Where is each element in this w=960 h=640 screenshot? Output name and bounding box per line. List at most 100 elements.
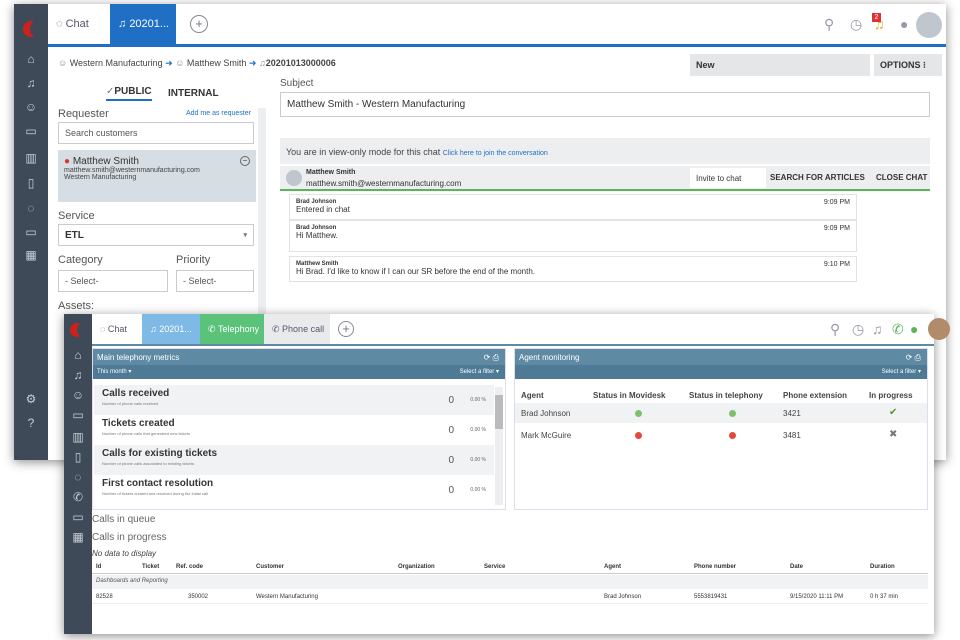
- phone-icon[interactable]: ✆: [892, 321, 904, 338]
- arrow-right-icon: ➜: [248, 58, 259, 68]
- column-header: Date: [790, 564, 804, 570]
- messages-icon[interactable]: ●: [910, 321, 918, 337]
- home-icon[interactable]: ⌂: [14, 52, 48, 66]
- table-group-row: [92, 575, 928, 589]
- status-movidesk-dot: [635, 432, 642, 439]
- refresh-print-icons[interactable]: ⟳ ⎙: [906, 353, 921, 363]
- reports-icon[interactable]: ▥: [64, 430, 92, 444]
- calendar-icon[interactable]: ▦: [14, 248, 48, 262]
- clock-icon[interactable]: ◷: [850, 16, 862, 33]
- category-select[interactable]: - Select-: [58, 270, 168, 292]
- cell-ref-code: 350002: [188, 594, 209, 600]
- add-me-link[interactable]: Add me as requester: [186, 110, 251, 117]
- calendar-icon[interactable]: ▦: [64, 530, 92, 544]
- document-icon[interactable]: ▯: [14, 176, 48, 190]
- filter-select[interactable]: Select a filter ▾: [882, 368, 921, 375]
- tab-public[interactable]: ✓PUBLIC: [106, 86, 152, 101]
- chat-icon[interactable]: ◌: [14, 201, 48, 215]
- status-field[interactable]: New: [690, 54, 870, 76]
- panel-header: Main telephony metrics ⟳ ⎙: [93, 349, 505, 365]
- metrics-scrollbar[interactable]: [495, 387, 503, 505]
- subject-label: Subject: [280, 78, 314, 89]
- reports-icon[interactable]: ▥: [14, 151, 48, 165]
- service-label: Service: [58, 210, 95, 222]
- breadcrumb-org[interactable]: Western Manufacturing: [70, 58, 163, 68]
- priority-select[interactable]: - Select-: [176, 270, 254, 292]
- sidebar: ⌂ ♫ ☺ ▭ ▥ ▯ ◌ ✆ ▭ ▦: [64, 314, 92, 634]
- remove-requester-icon[interactable]: −: [240, 156, 250, 166]
- chat-icon[interactable]: ◌: [64, 470, 92, 484]
- cross-icon: ✖: [889, 429, 898, 440]
- contacts-icon[interactable]: ☺: [14, 100, 48, 114]
- search-icon[interactable]: ⚲: [824, 16, 834, 33]
- monitor-icon[interactable]: ▭: [64, 408, 92, 422]
- add-tab-icon[interactable]: +: [190, 15, 208, 33]
- search-customers-input[interactable]: Search customers: [58, 122, 254, 144]
- inbox-icon[interactable]: ▭: [64, 510, 92, 524]
- arrow-right-icon: ➜: [165, 58, 176, 68]
- filter-select[interactable]: Select a filter ▾: [460, 368, 499, 375]
- document-icon[interactable]: ▯: [64, 450, 92, 464]
- top-tab-bar: ◌ Chat ♫ 20201... ✆ Telephony ✆ Phone ca…: [92, 314, 950, 346]
- cell-id: 82528: [96, 594, 113, 600]
- metric-row: Calls for existing tickets Number of phon…: [94, 445, 494, 475]
- tab-chat[interactable]: ◌ Chat: [92, 314, 142, 344]
- period-select[interactable]: This month ▾: [97, 369, 131, 375]
- help-icon[interactable]: ?: [14, 416, 48, 430]
- notification-badge: 2: [872, 13, 881, 22]
- breadcrumb-person[interactable]: Matthew Smith: [187, 58, 247, 68]
- user-avatar[interactable]: [916, 12, 942, 38]
- person-icon: ☺: [175, 58, 187, 68]
- tab-internal[interactable]: INTERNAL: [168, 88, 219, 99]
- tab-chat[interactable]: ◌ Chat: [48, 4, 110, 44]
- headset-tab-icon: ♫: [118, 18, 130, 30]
- phone-icon[interactable]: ✆: [64, 490, 92, 504]
- calls-in-queue-title: Calls in queue: [92, 514, 156, 525]
- clock-icon[interactable]: ◷: [852, 321, 864, 338]
- chat-message: Brad Johnson Hi Matthew. 9:09 PM: [289, 220, 857, 252]
- phone-tab-icon: ✆: [208, 323, 219, 334]
- inbox-icon[interactable]: ▭: [14, 225, 48, 239]
- metric-row: Calls received Number of phone calls rece…: [94, 385, 494, 415]
- calls-in-progress-title: Calls in progress: [92, 532, 167, 543]
- form-scrollbar[interactable]: [258, 108, 266, 318]
- options-button[interactable]: OPTIONS ⁝: [874, 54, 942, 76]
- front-window: ⌂ ♫ ☺ ▭ ▥ ▯ ◌ ✆ ▭ ▦ ◌ Chat ♫ 20201... ✆ …: [64, 314, 950, 634]
- bell-icon[interactable]: ♫: [872, 321, 883, 337]
- refresh-print-icons[interactable]: ⟳ ⎙: [484, 353, 499, 363]
- priority-label: Priority: [176, 254, 211, 266]
- subject-input[interactable]: Matthew Smith - Western Manufacturing: [280, 92, 930, 117]
- tab-phone-call[interactable]: ✆ Phone call: [264, 314, 330, 344]
- column-header: Phone number: [694, 564, 737, 570]
- tab-ticket[interactable]: ♫ 20201...: [110, 4, 176, 44]
- invite-to-chat-button[interactable]: Invite to chat: [690, 168, 766, 188]
- headset-icon[interactable]: ♫: [14, 76, 48, 90]
- requester-org: Western Manufacturing: [64, 174, 137, 181]
- close-chat-button[interactable]: CLOSE CHAT: [876, 173, 927, 182]
- requester-email: matthew.smith@westernmanufacturing.com: [64, 167, 200, 174]
- contacts-icon[interactable]: ☺: [64, 388, 92, 402]
- settings-icon[interactable]: ⚙: [14, 392, 48, 406]
- service-select[interactable]: ETL ▾: [58, 224, 254, 246]
- breadcrumb-ticket: 20201013000006: [265, 58, 336, 68]
- search-articles-button[interactable]: SEARCH FOR ARTICLES: [770, 173, 865, 182]
- messages-icon[interactable]: ●: [900, 16, 908, 32]
- status-telephony-dot: [729, 410, 736, 417]
- home-icon[interactable]: ⌂: [64, 348, 92, 362]
- search-icon[interactable]: ⚲: [830, 321, 840, 338]
- column-header: Ticket: [142, 564, 160, 570]
- join-conversation-link[interactable]: Click here to join the conversation: [443, 150, 548, 157]
- cell-agent: Brad Johnson: [604, 594, 642, 600]
- user-avatar[interactable]: [928, 318, 950, 340]
- add-tab-icon[interactable]: +: [338, 321, 354, 337]
- column-header: Agent: [604, 564, 621, 570]
- agent-name: Mark McGuire: [521, 431, 572, 440]
- headset-icon: ♫: [258, 58, 266, 68]
- monitor-icon[interactable]: ▭: [14, 124, 48, 138]
- tab-ticket[interactable]: ♫ 20201...: [142, 314, 200, 344]
- column-header: Status in telephony: [689, 391, 763, 400]
- chat-tab-icon: ◌: [100, 324, 108, 334]
- tab-telephony[interactable]: ✆ Telephony: [200, 314, 264, 344]
- headset-icon[interactable]: ♫: [64, 368, 92, 382]
- agent-monitoring-panel: Agent monitoring ⟳ ⎙ Select a filter ▾ Ag…: [514, 348, 928, 510]
